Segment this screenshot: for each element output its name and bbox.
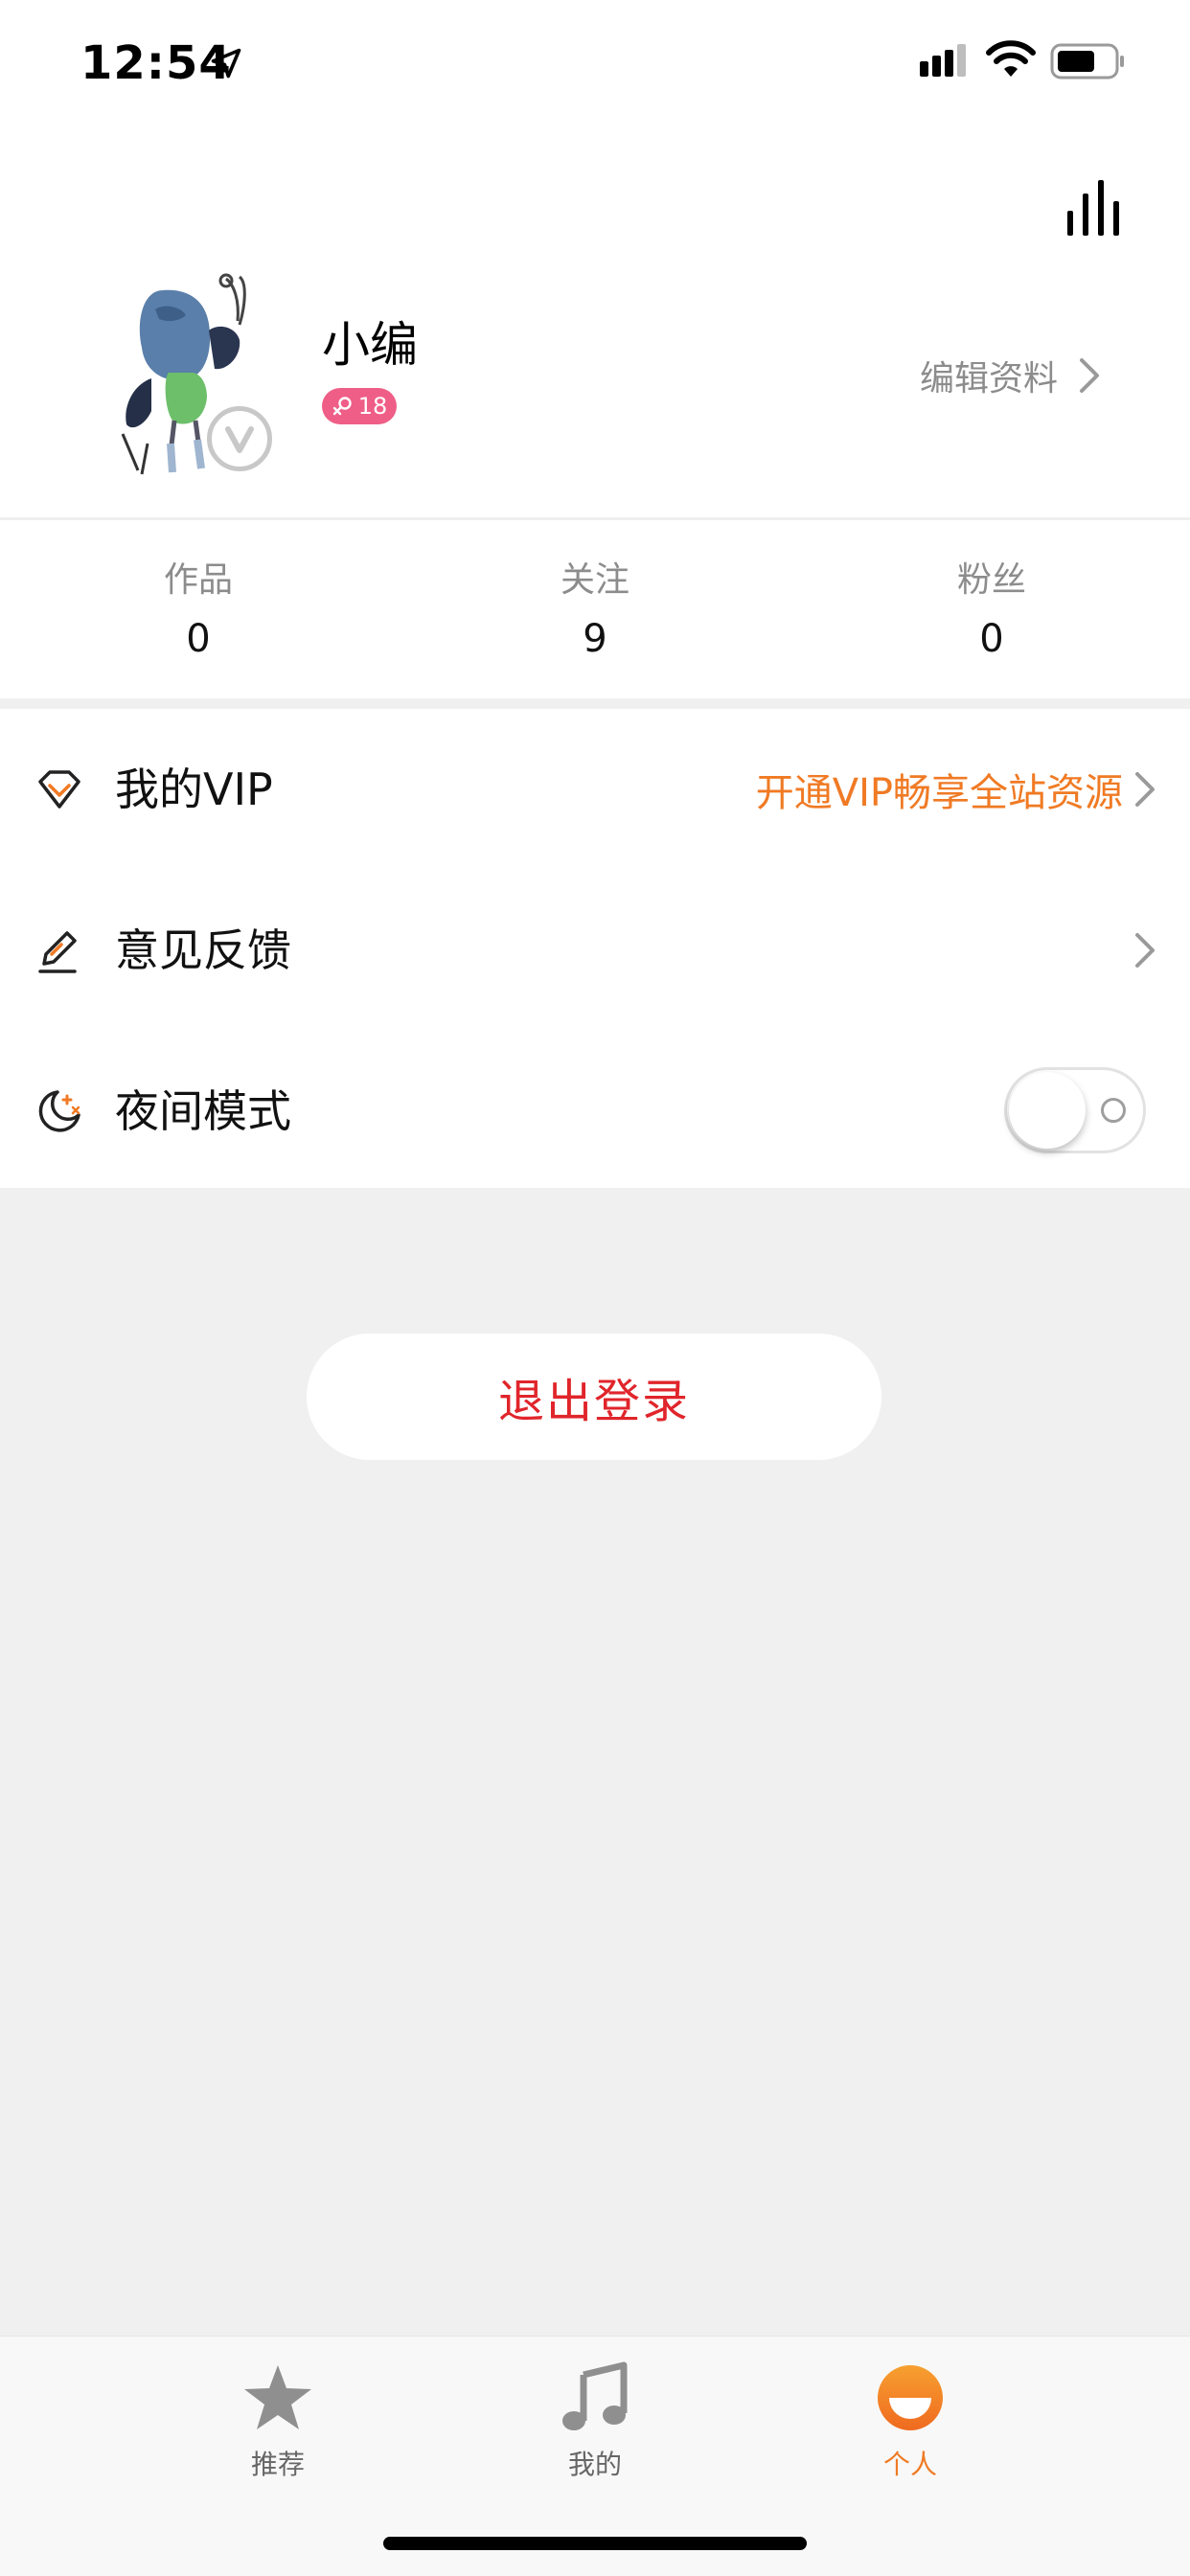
toggle-knob [1009, 1072, 1086, 1149]
stat-label: 粉丝 [956, 560, 1026, 600]
menu-label: 夜间模式 [115, 1085, 291, 1137]
tab-mine[interactable]: 我的 [499, 2359, 691, 2482]
gender-age-badge: 18 [322, 388, 397, 424]
cellular-signal-icon [920, 44, 966, 77]
night-mode-toggle[interactable] [1004, 1067, 1146, 1153]
gender-age-value: 18 [357, 393, 388, 420]
female-icon [332, 397, 352, 416]
chevron-right-icon [1080, 358, 1100, 393]
v-badge-icon [207, 406, 272, 471]
chevron-right-icon [1135, 933, 1155, 968]
music-note-icon [562, 2361, 628, 2430]
tab-recommend[interactable]: 推荐 [182, 2359, 374, 2482]
vip-promo-text: 开通VIP畅享全站资源 [755, 771, 1123, 815]
edit-profile-link[interactable]: 编辑资料 [920, 347, 1100, 404]
stat-following[interactable]: 关注 9 [397, 557, 793, 666]
menu-item-night-mode: 夜间模式 [0, 1031, 1190, 1192]
stat-value: 9 [583, 617, 607, 661]
tab-label: 我的 [567, 2449, 622, 2480]
menu-item-feedback[interactable]: 意见反馈 [0, 870, 1190, 1031]
star-icon [244, 2365, 311, 2429]
menu-label: 我的VIP [115, 764, 273, 815]
edit-profile-label: 编辑资料 [920, 359, 1059, 399]
stat-works[interactable]: 作品 0 [0, 557, 397, 666]
stat-label: 关注 [560, 560, 629, 600]
stats-row: 作品 0 关注 9 粉丝 0 [0, 518, 1190, 698]
menu-list: 我的VIP 开通VIP畅享全站资源 意见反馈 夜间模式 [0, 709, 1190, 1188]
menu-item-vip[interactable]: 我的VIP 开通VIP畅享全站资源 [0, 709, 1190, 870]
bar-stats-icon[interactable] [1065, 180, 1127, 238]
toggle-off-indicator [1101, 1098, 1126, 1123]
wifi-icon [986, 40, 1036, 77]
chevron-right-icon [1135, 772, 1155, 807]
location-arrow-icon [211, 48, 241, 79]
stat-value: 0 [186, 617, 211, 661]
tab-personal[interactable]: 个人 [814, 2359, 1006, 2482]
stat-value: 0 [979, 617, 1004, 661]
menu-label: 意见反馈 [115, 924, 291, 976]
pencil-icon [38, 931, 77, 973]
stat-followers[interactable]: 粉丝 0 [793, 557, 1190, 666]
logout-button[interactable]: 退出登录 [307, 1334, 881, 1460]
diamond-icon [38, 770, 80, 809]
moon-icon [38, 1090, 80, 1132]
status-bar: 12:54 [0, 0, 1190, 134]
vip-promo-link[interactable]: 开通VIP畅享全站资源 [756, 709, 1156, 870]
username: 小编 [322, 317, 418, 373]
home-indicator [383, 2537, 807, 2550]
tab-label: 个人 [882, 2449, 937, 2480]
feedback-chevron [1134, 870, 1156, 1031]
smile-face-icon [878, 2365, 943, 2430]
battery-icon [1050, 43, 1124, 80]
stat-label: 作品 [163, 560, 233, 600]
tab-label: 推荐 [250, 2449, 305, 2480]
